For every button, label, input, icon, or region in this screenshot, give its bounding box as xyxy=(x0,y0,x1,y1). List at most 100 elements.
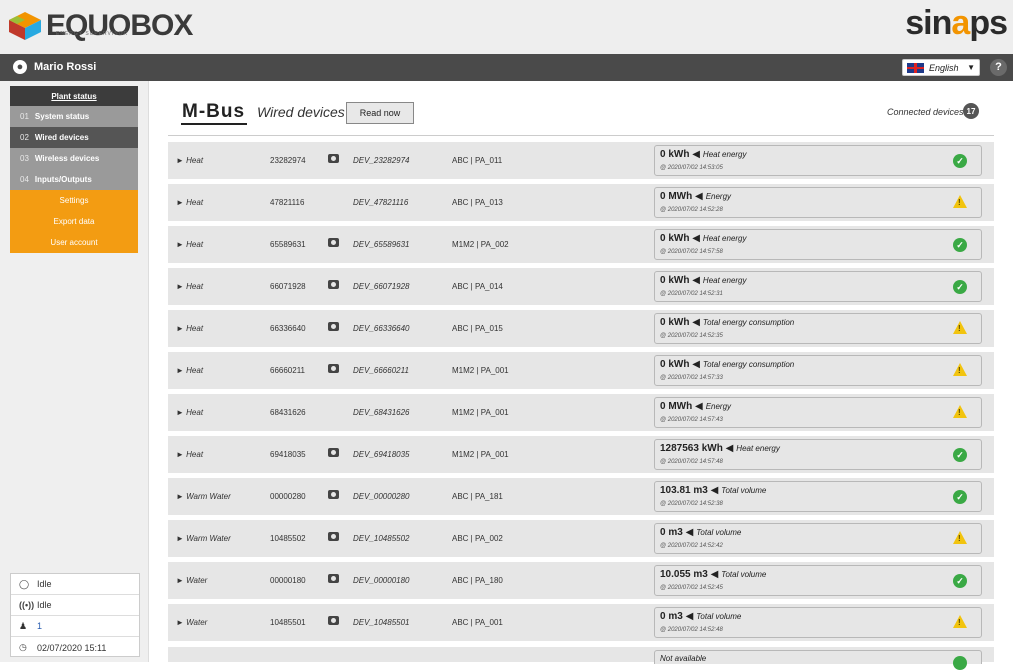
device-id: 66660211 xyxy=(270,366,305,375)
status-ok-icon: ✓ xyxy=(953,154,967,168)
device-row[interactable]: ► Heat 68431626 DEV_68431626 M1M2 | PA_001 0… xyxy=(168,394,994,431)
device-type[interactable]: ► Heat xyxy=(176,366,203,375)
device-row-partial[interactable]: Not available xyxy=(168,647,994,670)
sidebar-item-settings[interactable]: Settings xyxy=(10,190,138,211)
value-text: 0 m3 ◀ Total volume xyxy=(660,611,742,622)
device-type[interactable]: ► Heat xyxy=(176,408,203,417)
read-now-button[interactable]: Read now xyxy=(346,102,414,124)
connected-devices-label: Connected devices xyxy=(887,107,964,117)
value-box: 0 m3 ◀ Total volume @ 2020/07/02 14:52:48! xyxy=(654,607,982,638)
status-warning-icon: ! xyxy=(953,405,967,418)
value-box: 0 kWh ◀ Heat energy @ 2020/07/02 14:53:05 ✓ xyxy=(654,145,982,176)
camera-icon[interactable] xyxy=(328,448,339,457)
users-icon: ♟ xyxy=(19,620,28,631)
device-type[interactable]: ► Heat xyxy=(176,198,203,207)
status-ok-icon: ✓ xyxy=(953,490,967,504)
device-id: 00000280 xyxy=(270,492,306,501)
device-location: ABC | PA_015 xyxy=(452,324,503,333)
device-type[interactable]: ► Heat xyxy=(176,450,203,459)
camera-icon[interactable] xyxy=(328,574,339,583)
sidebar-item-user-account[interactable]: User account xyxy=(10,232,138,253)
sidebar-item-system-status[interactable]: 01 System status xyxy=(10,106,138,127)
camera-icon[interactable] xyxy=(328,154,339,163)
sidebar-header-plant-status[interactable]: Plant status xyxy=(10,86,138,106)
help-icon[interactable]: ? xyxy=(990,59,1007,76)
device-location: M1M2 | PA_001 xyxy=(452,450,509,459)
device-row[interactable]: ► Heat 65589631 DEV_65589631 M1M2 | PA_002 0… xyxy=(168,226,994,263)
device-row[interactable]: ► Heat 66071928 DEV_66071928 ABC | PA_014 0 … xyxy=(168,268,994,305)
device-name: DEV_68431626 xyxy=(353,408,410,417)
status-panel: ◯ Idle ((•)) Idle ♟ 1 ◷ 02/07/2020 15:11 xyxy=(10,573,140,657)
value-timestamp: @ 2020/07/02 14:52:31 xyxy=(660,291,723,297)
value-box: 0 kWh ◀ Total energy consumption @ 2020/07… xyxy=(654,355,982,386)
device-type[interactable]: ► Heat xyxy=(176,282,203,291)
status-warning-icon: ! xyxy=(953,321,967,334)
device-type[interactable]: ► Heat xyxy=(176,156,203,165)
device-type[interactable]: ► Warm Water xyxy=(176,492,231,501)
device-type[interactable]: ► Warm Water xyxy=(176,534,231,543)
sidebar-item-wireless-devices[interactable]: 03 Wireless devices xyxy=(10,148,138,169)
camera-icon[interactable] xyxy=(328,490,339,499)
logo-subtitle: ENERGY SUPERVISOR xyxy=(56,31,129,37)
device-row[interactable]: ► Heat 66660211 DEV_66660211 M1M2 | PA_001 0… xyxy=(168,352,994,389)
sidebar-item-wired-devices[interactable]: 02 Wired devices xyxy=(10,127,138,148)
camera-icon[interactable] xyxy=(328,532,339,541)
equobox-logo[interactable]: EQUOBOX xyxy=(8,9,193,43)
camera-icon[interactable] xyxy=(328,322,339,331)
cube-logo-icon xyxy=(9,12,41,40)
device-id: 68431626 xyxy=(270,408,306,417)
value-box: 10.055 m3 ◀ Total volume @ 2020/07/02 14:5… xyxy=(654,565,982,596)
device-type[interactable]: ► Water xyxy=(176,576,207,585)
status-ok-icon: ✓ xyxy=(953,574,967,588)
device-type[interactable]: ► Heat xyxy=(176,324,203,333)
bus-status-row: ◯ Idle xyxy=(11,574,139,595)
value-timestamp: @ 2020/07/02 14:52:48 xyxy=(660,627,723,633)
value-text: Not available xyxy=(660,654,707,663)
device-id: 00000180 xyxy=(270,576,306,585)
camera-icon[interactable] xyxy=(328,280,339,289)
value-text: 10.055 m3 ◀ Total volume xyxy=(660,569,767,580)
sidebar: Plant status 01 System status 02 Wired dev… xyxy=(0,81,149,662)
device-type[interactable]: ► Water xyxy=(176,618,207,627)
value-text: 0 MWh ◀ Energy xyxy=(660,401,732,412)
value-text: 103.81 m3 ◀ Total volume xyxy=(660,485,767,496)
value-box: 0 MWh ◀ Energy @ 2020/07/02 14:57:43! xyxy=(654,397,982,428)
device-type[interactable]: ► Heat xyxy=(176,240,203,249)
value-timestamp: @ 2020/07/02 14:53:05 xyxy=(660,165,723,171)
device-id: 69418035 xyxy=(270,450,306,459)
device-row[interactable]: ► Warm Water 10485502 DEV_10485502 ABC | PA… xyxy=(168,520,994,557)
users-row: ♟ 1 xyxy=(11,616,139,637)
sidebar-item-export-data[interactable]: Export data xyxy=(10,211,138,232)
device-row[interactable]: ► Water 10485501 DEV_10485501 ABC | PA_001 0… xyxy=(168,604,994,641)
status-warning-icon: ! xyxy=(953,195,967,208)
device-location: ABC | PA_181 xyxy=(452,492,503,501)
device-location: M1M2 | PA_002 xyxy=(452,240,509,249)
device-row[interactable]: ► Warm Water 00000280 DEV_00000280 ABC | PA… xyxy=(168,478,994,515)
device-row[interactable]: ► Heat 47821116 DEV_47821116 ABC | PA_013 0 … xyxy=(168,184,994,221)
device-location: ABC | PA_180 xyxy=(452,576,503,585)
camera-icon[interactable] xyxy=(328,364,339,373)
device-name: DEV_66336640 xyxy=(353,324,410,333)
status-ok-icon: ✓ xyxy=(953,238,967,252)
device-row[interactable]: ► Heat 66336640 DEV_66336640 ABC | PA_015 0 … xyxy=(168,310,994,347)
device-name: DEV_65589631 xyxy=(353,240,410,249)
connected-count-badge: 17 xyxy=(963,103,979,119)
device-row[interactable]: ► Heat 23282974 DEV_23282974 ABC | PA_011 0 … xyxy=(168,142,994,179)
device-location: ABC | PA_013 xyxy=(452,198,503,207)
page-subtitle: Wired devices xyxy=(257,104,345,120)
device-row[interactable]: ► Water 00000180 DEV_00000180 ABC | PA_180 1… xyxy=(168,562,994,599)
datetime-row: ◷ 02/07/2020 15:11 xyxy=(19,642,107,653)
bus-icon: ◯ xyxy=(19,578,30,589)
device-location: M1M2 | PA_001 xyxy=(452,408,509,417)
device-row[interactable]: ► Heat 69418035 DEV_69418035 M1M2 | PA_001 1… xyxy=(168,436,994,473)
language-select[interactable]: English ▼ xyxy=(902,59,980,76)
chevron-down-icon: ▼ xyxy=(967,63,975,72)
camera-icon[interactable] xyxy=(328,238,339,247)
sidebar-item-inputs-outputs[interactable]: 04 Inputs/Outputs xyxy=(10,169,138,190)
status-warning-icon: ! xyxy=(953,531,967,544)
value-text: 0 kWh ◀ Heat energy xyxy=(660,233,747,244)
value-timestamp: @ 2020/07/02 14:52:28 xyxy=(660,207,723,213)
camera-icon[interactable] xyxy=(328,616,339,625)
value-timestamp: @ 2020/07/02 14:52:42 xyxy=(660,543,723,549)
status-ok-icon: ✓ xyxy=(953,280,967,294)
